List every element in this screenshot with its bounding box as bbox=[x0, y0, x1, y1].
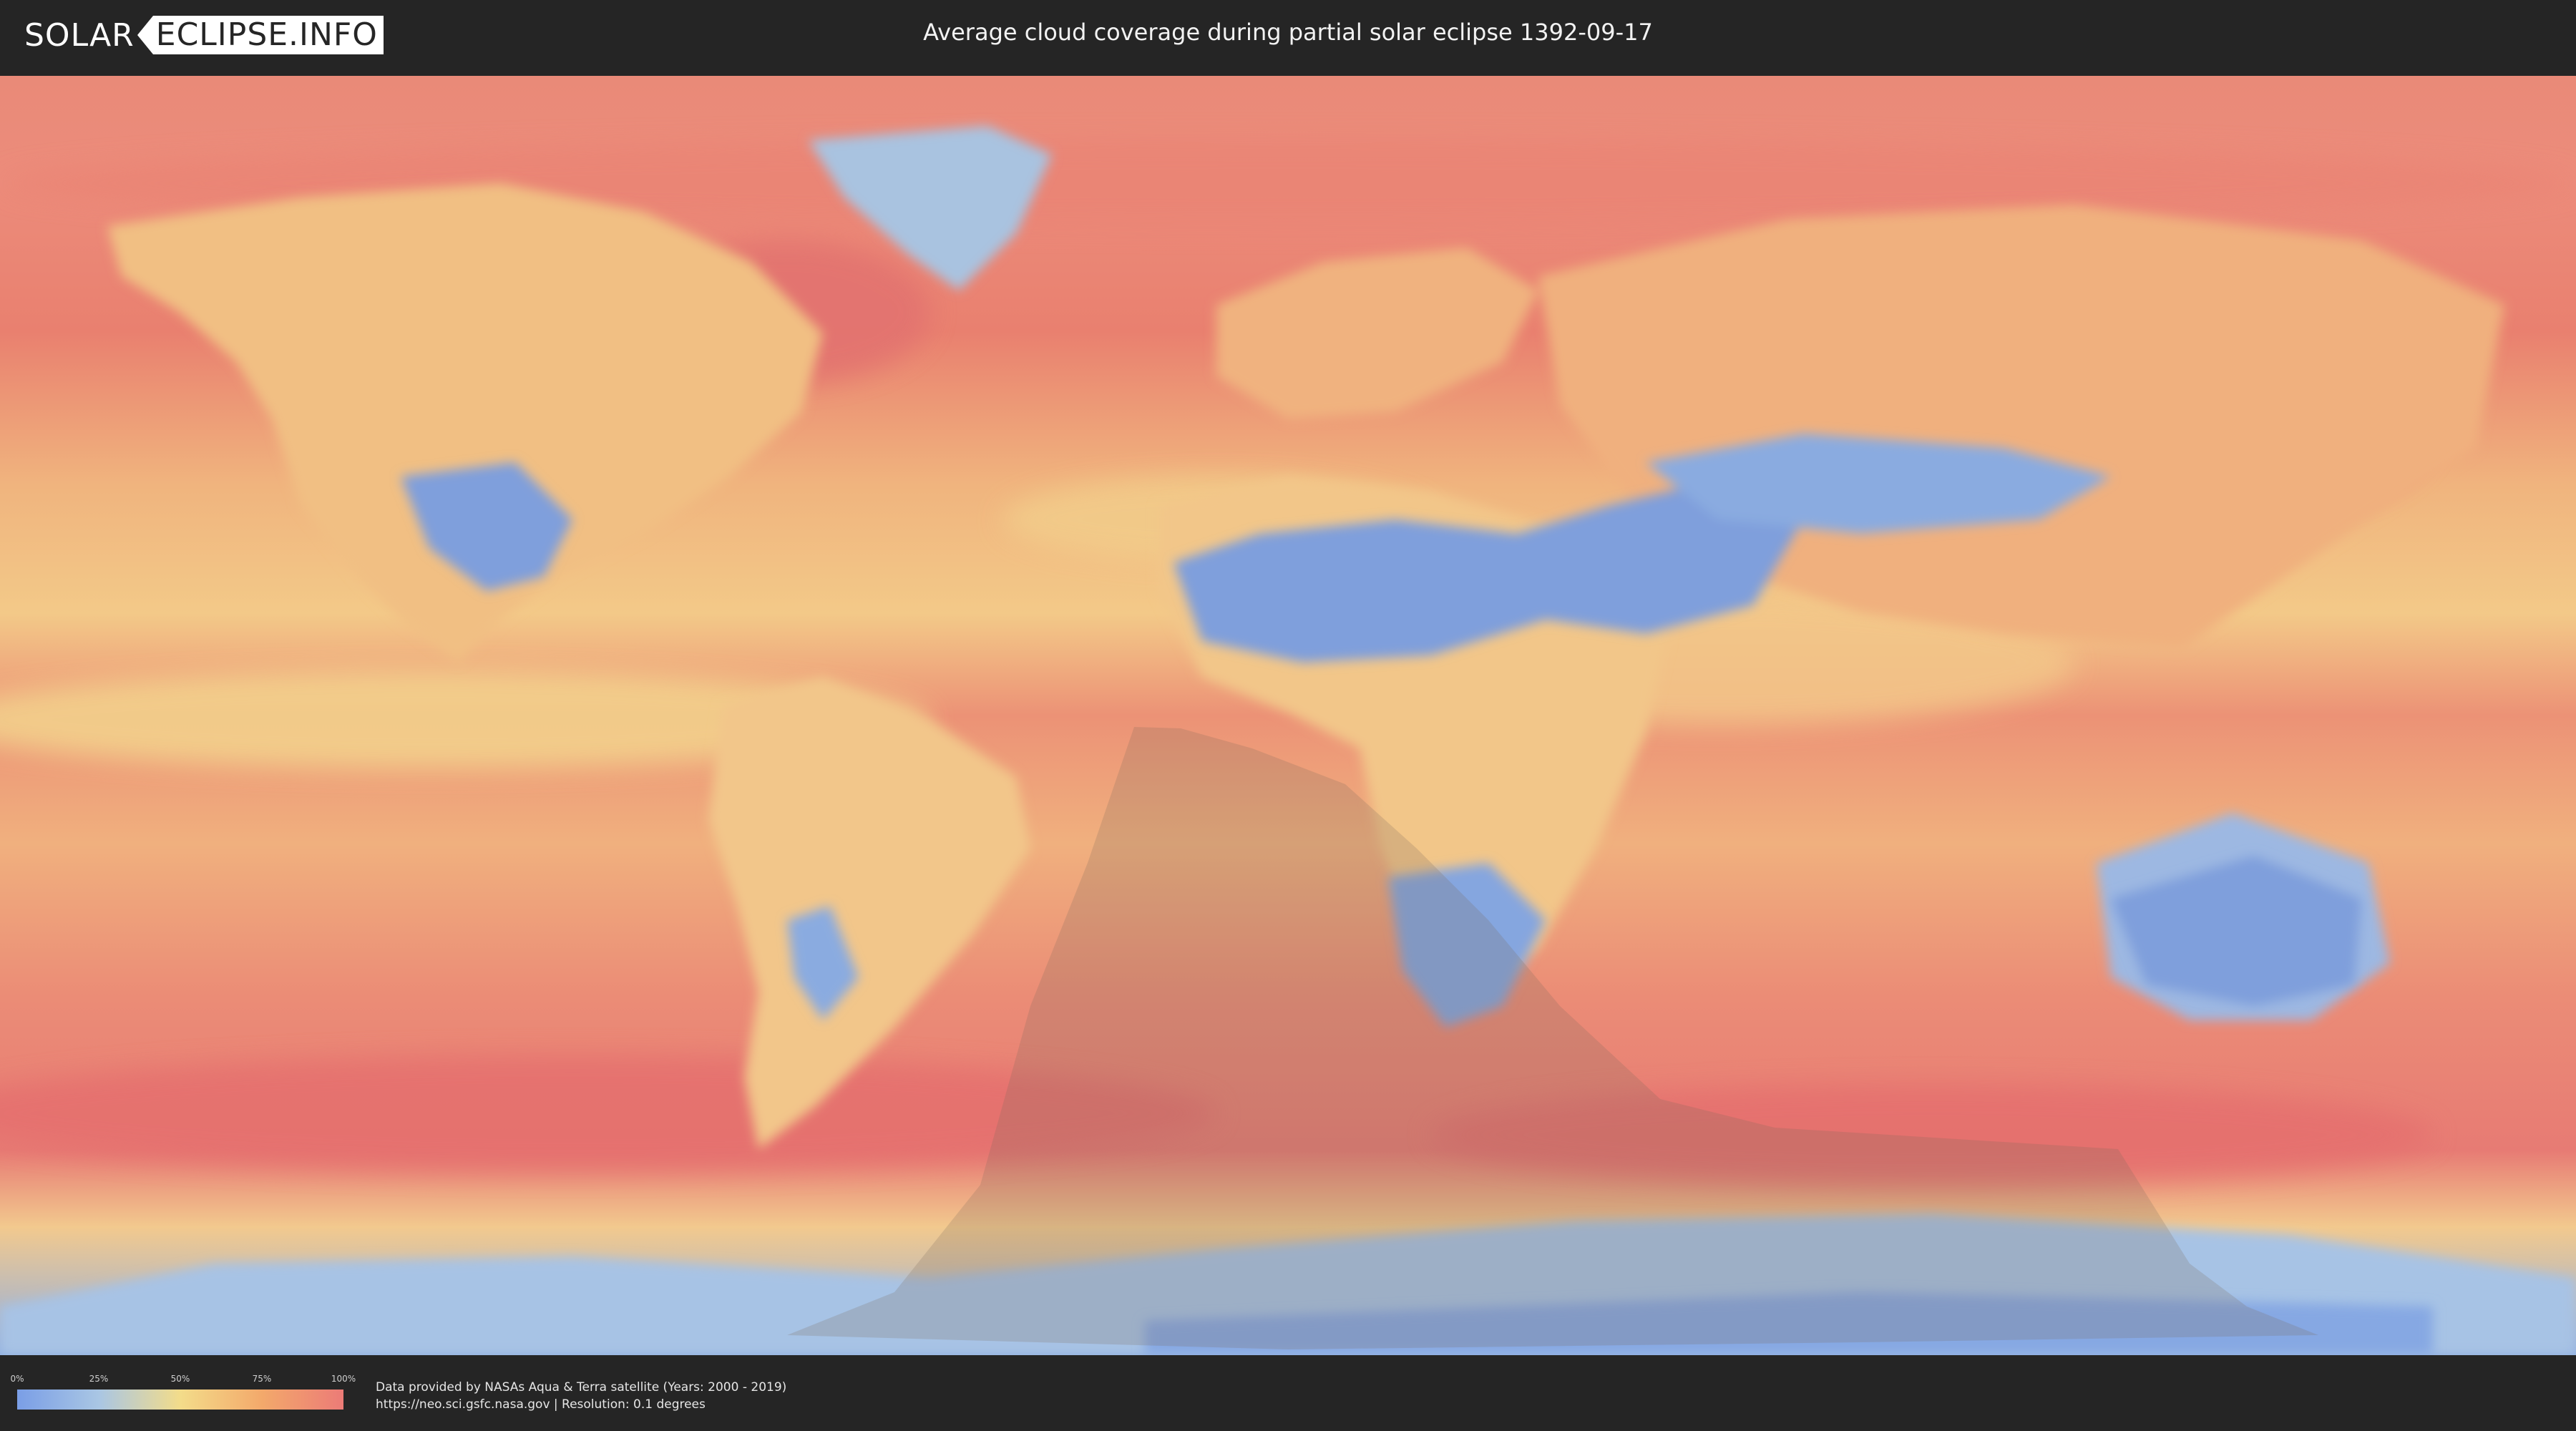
cloud-coverage-map[interactable] bbox=[0, 76, 2576, 1355]
page-title: Average cloud coverage during partial so… bbox=[923, 19, 1653, 46]
legend-ticks: 0% 25% 50% 75% 100% bbox=[10, 1374, 356, 1385]
legend-tick-75: 75% bbox=[252, 1374, 272, 1384]
data-credits: Data provided by NASAs Aqua & Terra sate… bbox=[376, 1379, 786, 1413]
legend-tick-100: 100% bbox=[331, 1374, 356, 1384]
legend-tick-50: 50% bbox=[170, 1374, 190, 1384]
credits-line-source: Data provided by NASAs Aqua & Terra sate… bbox=[376, 1380, 787, 1395]
credits-line-url[interactable]: https://neo.sci.gsfc.nasa.gov | Resoluti… bbox=[376, 1396, 786, 1413]
map-canvas bbox=[0, 76, 2576, 1355]
legend-color-bar bbox=[17, 1390, 343, 1410]
cloud-coverage-legend: 0% 25% 50% 75% 100% bbox=[10, 1374, 356, 1414]
legend-tick-0: 0% bbox=[10, 1374, 24, 1384]
legend-tick-25: 25% bbox=[89, 1374, 109, 1384]
header-bar: SOLAR ECLIPSE.INFO Average cloud coverag… bbox=[0, 0, 2576, 72]
